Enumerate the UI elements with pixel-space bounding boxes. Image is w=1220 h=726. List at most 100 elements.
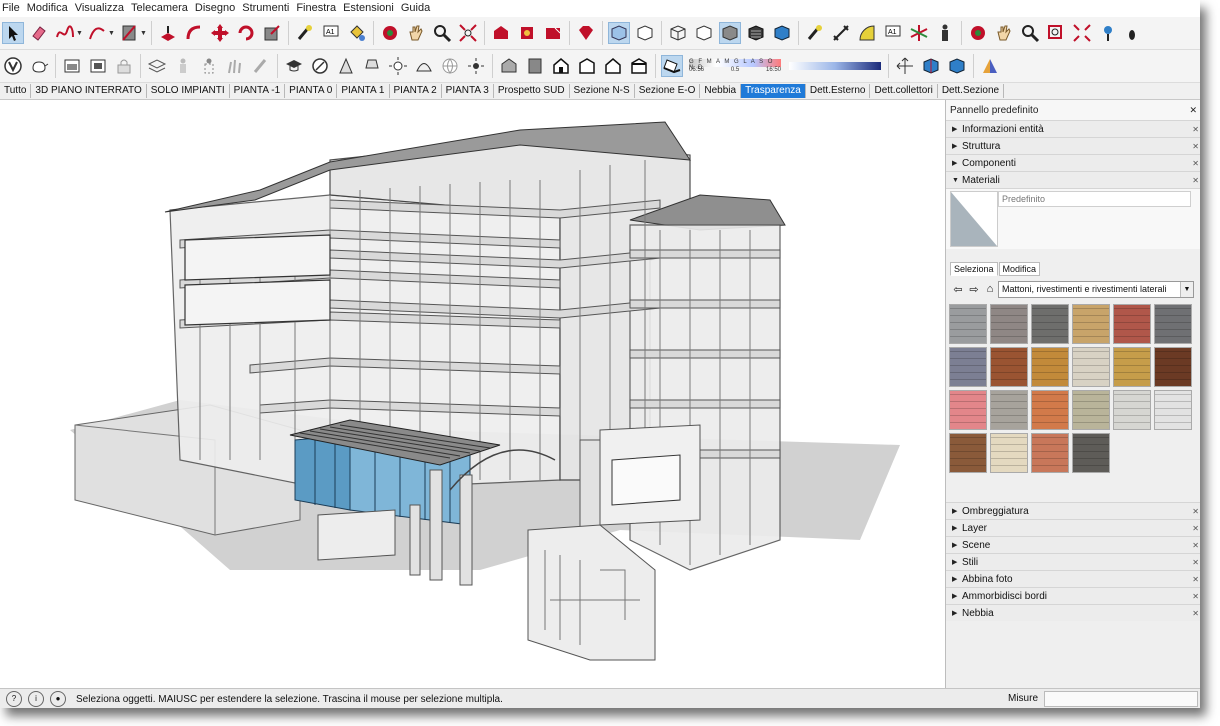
orbit-button[interactable] bbox=[379, 22, 401, 44]
tab-sezione-n-s[interactable]: Sezione N-S bbox=[570, 84, 635, 98]
window-icon-button[interactable] bbox=[61, 55, 83, 77]
dome-button[interactable] bbox=[413, 55, 435, 77]
material-thumbnail[interactable] bbox=[1154, 304, 1192, 344]
close-icon[interactable]: ✕ bbox=[1192, 592, 1199, 601]
chevron-down-icon[interactable]: ▼ bbox=[76, 30, 84, 37]
material-thumbnail[interactable] bbox=[1072, 433, 1110, 473]
walk-button[interactable] bbox=[1123, 22, 1145, 44]
select-tool-button[interactable] bbox=[2, 22, 24, 44]
back-arrow-icon[interactable]: ⇦ bbox=[950, 283, 966, 296]
left-view-button[interactable] bbox=[628, 55, 650, 77]
section-abbina-foto[interactable]: ▶ Abbina foto ✕ bbox=[946, 570, 1200, 587]
shaded-textures-button[interactable] bbox=[745, 22, 767, 44]
user-icon[interactable]: ● bbox=[50, 691, 66, 707]
rectangle-tool-button[interactable] bbox=[118, 22, 140, 44]
tab-solo-impianti[interactable]: SOLO IMPIANTI bbox=[147, 84, 230, 98]
rotate-tool-button[interactable] bbox=[235, 22, 257, 44]
dimension-button[interactable] bbox=[830, 22, 852, 44]
warehouse-button[interactable] bbox=[490, 22, 512, 44]
tab-dett-collettori[interactable]: Dett.collettori bbox=[870, 84, 938, 98]
material-thumbnail[interactable] bbox=[1113, 347, 1151, 387]
material-swatch[interactable] bbox=[950, 191, 998, 247]
front-view-button[interactable] bbox=[550, 55, 572, 77]
measurements-input[interactable] bbox=[1044, 691, 1198, 707]
axes-button[interactable] bbox=[908, 22, 930, 44]
arc-tool-button[interactable] bbox=[86, 22, 108, 44]
tab-pianta-0[interactable]: PIANTA 0 bbox=[285, 84, 338, 98]
zoom-extents-button-2[interactable] bbox=[1071, 22, 1093, 44]
menu-strumenti[interactable]: Strumenti bbox=[240, 2, 294, 14]
material-library-select[interactable]: Mattoni, rivestimenti e rivestimenti lat… bbox=[998, 280, 1194, 298]
menu-telecamera[interactable]: Telecamera bbox=[129, 2, 193, 14]
eraser-tool-button[interactable] bbox=[28, 22, 50, 44]
protractor-button[interactable] bbox=[856, 22, 878, 44]
zoom-button-2[interactable] bbox=[1019, 22, 1041, 44]
pan-button[interactable] bbox=[405, 22, 427, 44]
tab-pianta-meno-1[interactable]: PIANTA -1 bbox=[230, 84, 286, 98]
wireframe-button[interactable] bbox=[667, 22, 689, 44]
shadow-time-slider[interactable] bbox=[789, 62, 881, 70]
tab-sezione-e-o[interactable]: Sezione E-O bbox=[635, 84, 701, 98]
iso-view-button[interactable] bbox=[498, 55, 520, 77]
material-thumbnail[interactable] bbox=[949, 304, 987, 344]
material-thumbnail[interactable] bbox=[1154, 390, 1192, 430]
tab-trasparenza[interactable]: Trasparenza bbox=[741, 84, 806, 98]
push-pull-button[interactable] bbox=[157, 22, 179, 44]
material-thumbnail[interactable] bbox=[990, 304, 1028, 344]
tab-dett-sezione[interactable]: Dett.Sezione bbox=[938, 84, 1005, 98]
menu-guida[interactable]: Guida bbox=[399, 2, 435, 14]
material-thumbnail[interactable] bbox=[1031, 390, 1069, 430]
monochrome-button[interactable] bbox=[771, 22, 793, 44]
section-scene[interactable]: ▶ Scene ✕ bbox=[946, 536, 1200, 553]
lock-button[interactable] bbox=[113, 55, 135, 77]
tab-prospetto-sud[interactable]: Prospetto SUD bbox=[494, 84, 570, 98]
share-model-button[interactable] bbox=[516, 22, 538, 44]
orbit-button-2[interactable] bbox=[967, 22, 989, 44]
forward-arrow-icon[interactable]: ⇨ bbox=[966, 283, 982, 296]
move-tool-button[interactable] bbox=[209, 22, 231, 44]
section-stili[interactable]: ▶ Stili ✕ bbox=[946, 553, 1200, 570]
position-camera-button[interactable] bbox=[1097, 22, 1119, 44]
follow-me-button[interactable] bbox=[183, 22, 205, 44]
sun-button[interactable] bbox=[387, 55, 409, 77]
section-nebbia[interactable]: ▶ Nebbia ✕ bbox=[946, 604, 1200, 621]
triangle-button[interactable] bbox=[335, 55, 357, 77]
grass-button[interactable] bbox=[224, 55, 246, 77]
pin-icon[interactable]: ✕ bbox=[1189, 105, 1200, 116]
section-layer[interactable]: ▶ Layer ✕ bbox=[946, 519, 1200, 536]
close-icon[interactable]: ✕ bbox=[1192, 609, 1199, 618]
material-thumbnail[interactable] bbox=[949, 433, 987, 473]
xray-style-button[interactable] bbox=[608, 22, 630, 44]
material-name-field[interactable]: Predefinito bbox=[998, 191, 1191, 207]
close-icon[interactable]: ✕ bbox=[1192, 524, 1199, 533]
paint-bucket-button[interactable] bbox=[346, 22, 368, 44]
menu-finestra[interactable]: Finestra bbox=[294, 2, 341, 14]
material-thumbnail[interactable] bbox=[1072, 390, 1110, 430]
material-thumbnail[interactable] bbox=[990, 390, 1028, 430]
material-thumbnail[interactable] bbox=[1031, 304, 1069, 344]
extension-warehouse-button[interactable] bbox=[542, 22, 564, 44]
close-icon[interactable]: ✕ bbox=[1192, 541, 1199, 550]
tab-seleziona[interactable]: Seleziona bbox=[950, 262, 998, 276]
sandbox-tent-button[interactable] bbox=[979, 55, 1001, 77]
menu-visualizza[interactable]: Visualizza bbox=[73, 2, 129, 14]
section-fill-button[interactable] bbox=[894, 55, 916, 77]
close-icon[interactable]: ✕ bbox=[1192, 176, 1199, 185]
section-outliner[interactable]: ▶ Struttura ✕ bbox=[946, 137, 1200, 154]
chevron-down-icon[interactable]: ▼ bbox=[140, 30, 148, 37]
brush-button[interactable] bbox=[250, 55, 272, 77]
tab-3d-piano-interrato[interactable]: 3D PIANO INTERRATO bbox=[31, 84, 147, 98]
material-thumbnail[interactable] bbox=[990, 433, 1028, 473]
sun-circle-button[interactable] bbox=[309, 55, 331, 77]
freehand-tool-button[interactable] bbox=[54, 22, 76, 44]
section-materials[interactable]: ▼ Materiali ✕ bbox=[946, 171, 1200, 188]
person-button[interactable] bbox=[172, 55, 194, 77]
info-icon[interactable]: i bbox=[28, 691, 44, 707]
geo-location-icon[interactable]: ? bbox=[6, 691, 22, 707]
close-icon[interactable]: ✕ bbox=[1192, 142, 1199, 151]
menu-file[interactable]: File bbox=[0, 2, 25, 14]
zoom-button[interactable] bbox=[431, 22, 453, 44]
close-icon[interactable]: ✕ bbox=[1192, 575, 1199, 584]
section-components[interactable]: ▶ Componenti ✕ bbox=[946, 154, 1200, 171]
graduation-button[interactable] bbox=[283, 55, 305, 77]
